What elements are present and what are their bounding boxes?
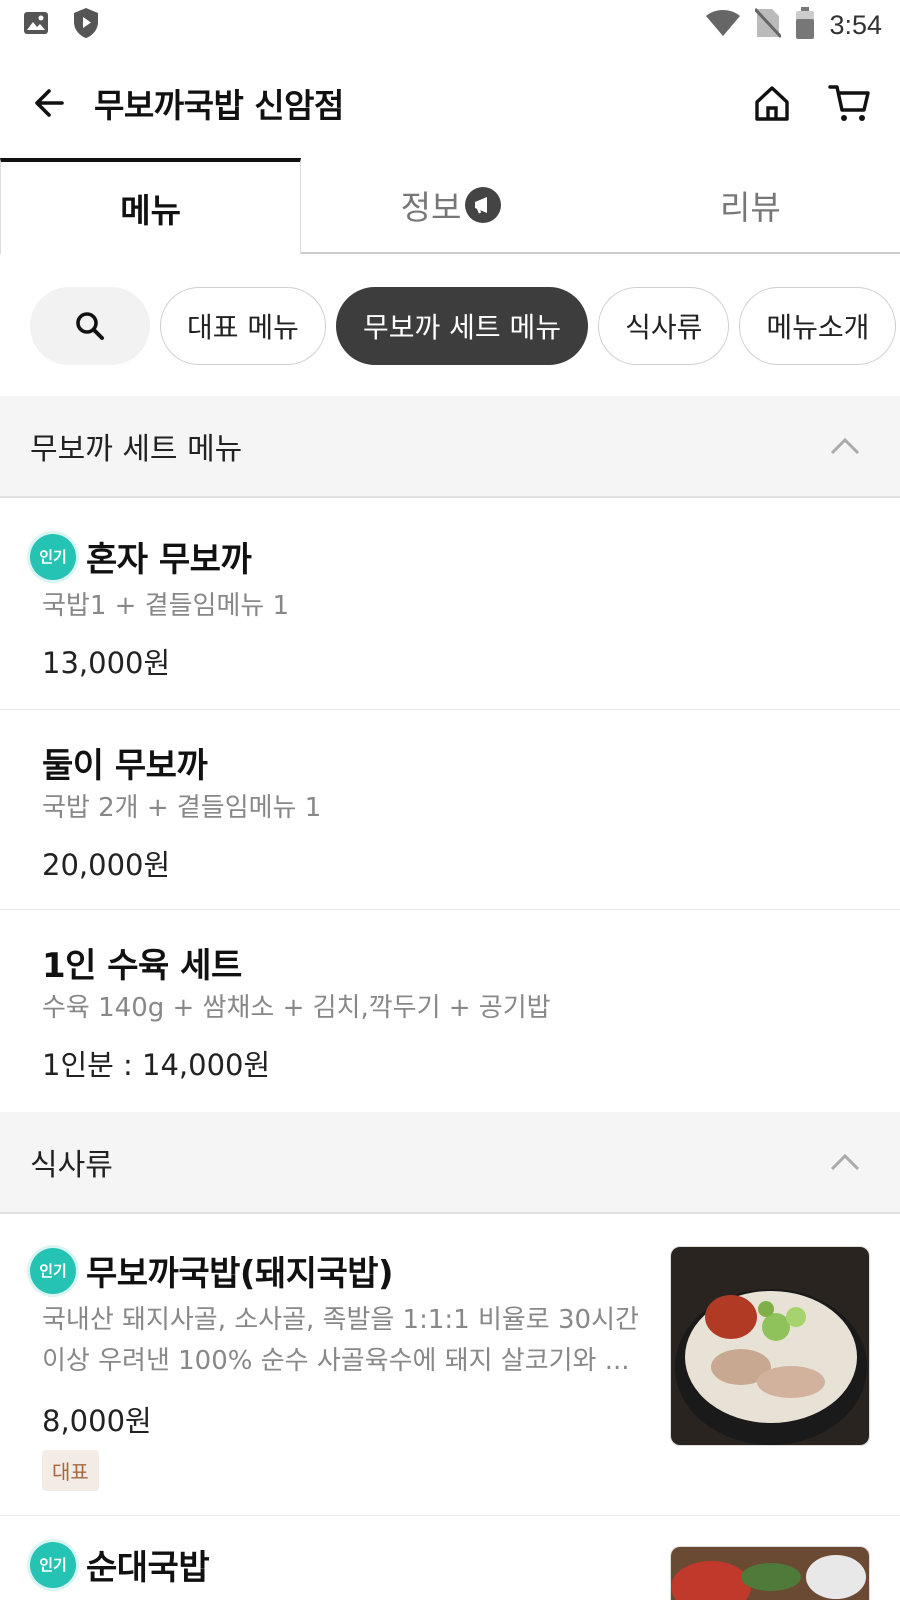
menu-item-description-line: 국내산 돼지사골, 소사골, 족발을 1:1:1 비율로 30시간 (42, 1305, 639, 1335)
no-sim-icon (754, 7, 783, 43)
section-title: 식사류 (30, 1148, 113, 1183)
cart-icon (828, 85, 870, 121)
menu-item-price: 1인분 : 14,000원 (42, 1048, 271, 1082)
section-title: 무보까 세트 메뉴 (30, 432, 243, 467)
popular-badge: 인기 (30, 533, 76, 580)
popular-badge: 인기 (30, 1541, 76, 1588)
menu-item-name: 순대국밥 (86, 1548, 210, 1588)
chip-signature-menu[interactable]: 대표 메뉴 (160, 287, 326, 365)
wifi-icon (705, 8, 741, 42)
chip-set-menu[interactable]: 무보까 세트 메뉴 (335, 287, 589, 365)
status-bar: 3:54 (0, 0, 900, 50)
tab-menu[interactable]: 메뉴 (0, 158, 302, 254)
menu-item[interactable]: 둘이 무보까 국밥 2개 + 곁들임메뉴 1 20,000원 (0, 710, 900, 910)
menu-item[interactable]: 인기 혼자 무보까 국밥1 + 곁들임메뉴 1 13,000원 (0, 500, 900, 710)
section-header-meals[interactable]: 식사류 (0, 1112, 900, 1214)
tab-info[interactable]: 정보 (301, 158, 600, 252)
search-icon (76, 312, 104, 340)
menu-item-description-line: 이상 우려낸 100% 순수 사골육수에 돼지 살코기와 ... (42, 1346, 630, 1376)
menu-item[interactable]: 1인 수육 세트 수육 140g + 쌈채소 + 김치,깍두기 + 공기밥 1인… (0, 910, 900, 1110)
menu-item-price: 20,000원 (42, 848, 171, 882)
category-chip-row: 대표 메뉴 무보까 세트 메뉴 식사류 메뉴소개 (30, 286, 900, 366)
sundae-gukbap-photo (670, 1546, 870, 1600)
home-icon (755, 86, 789, 121)
menu-item-name: 둘이 무보까 (42, 746, 208, 786)
tab-bar: 메뉴 정보 리뷰 (0, 158, 900, 254)
tab-review-label: 리뷰 (719, 188, 781, 227)
home-button[interactable] (744, 75, 800, 131)
signature-tag: 대표 (42, 1450, 99, 1491)
tab-info-label: 정보 (400, 188, 462, 227)
menu-item-description: 국내산 돼지사골, 소사골, 족발을 1:1:1 비율로 30시간 이상 우려낸… (42, 1300, 639, 1382)
menu-item-price: 8,000원 (42, 1404, 152, 1438)
menu-item-name: 무보까국밥(돼지국밥) (86, 1254, 394, 1294)
chevron-up-icon (830, 437, 860, 455)
shield-notification-icon (72, 7, 100, 43)
menu-item-name: 혼자 무보까 (86, 540, 252, 580)
tab-review[interactable]: 리뷰 (601, 158, 900, 252)
back-button[interactable] (20, 73, 80, 133)
arrow-left-icon (35, 89, 64, 117)
tab-menu-label: 메뉴 (120, 191, 182, 230)
section-header-set-menu[interactable]: 무보까 세트 메뉴 (0, 396, 900, 498)
store-title: 무보까국밥 신암점 (94, 86, 344, 125)
popular-badge: 인기 (30, 1247, 76, 1294)
menu-item-description: 수육 140g + 쌈채소 + 김치,깍두기 + 공기밥 (42, 993, 551, 1023)
chip-menu-intro[interactable]: 메뉴소개 (739, 287, 897, 365)
clock: 3:54 (829, 9, 882, 40)
menu-item-description: 국밥1 + 곁들임메뉴 1 (42, 591, 290, 621)
menu-item-price: 13,000원 (42, 646, 171, 680)
menu-item-name: 1인 수육 세트 (42, 946, 242, 986)
menu-item-description: 국밥 2개 + 곁들임메뉴 1 (42, 793, 322, 823)
chevron-up-icon (830, 1153, 860, 1171)
chip-meals[interactable]: 식사류 (598, 287, 730, 365)
battery-icon (795, 7, 815, 43)
menu-search-button[interactable] (30, 287, 150, 365)
app-bar: 무보까국밥 신암점 (0, 50, 900, 156)
gallery-notification-icon (22, 9, 50, 41)
gukbap-photo (670, 1246, 870, 1446)
megaphone-icon (465, 187, 502, 223)
menu-item[interactable]: 인기 무보까국밥(돼지국밥) 국내산 돼지사골, 소사골, 족발을 1:1:1 … (0, 1216, 900, 1516)
cart-button[interactable] (822, 75, 878, 131)
menu-item[interactable]: 인기 순대국밥 (0, 1518, 900, 1600)
